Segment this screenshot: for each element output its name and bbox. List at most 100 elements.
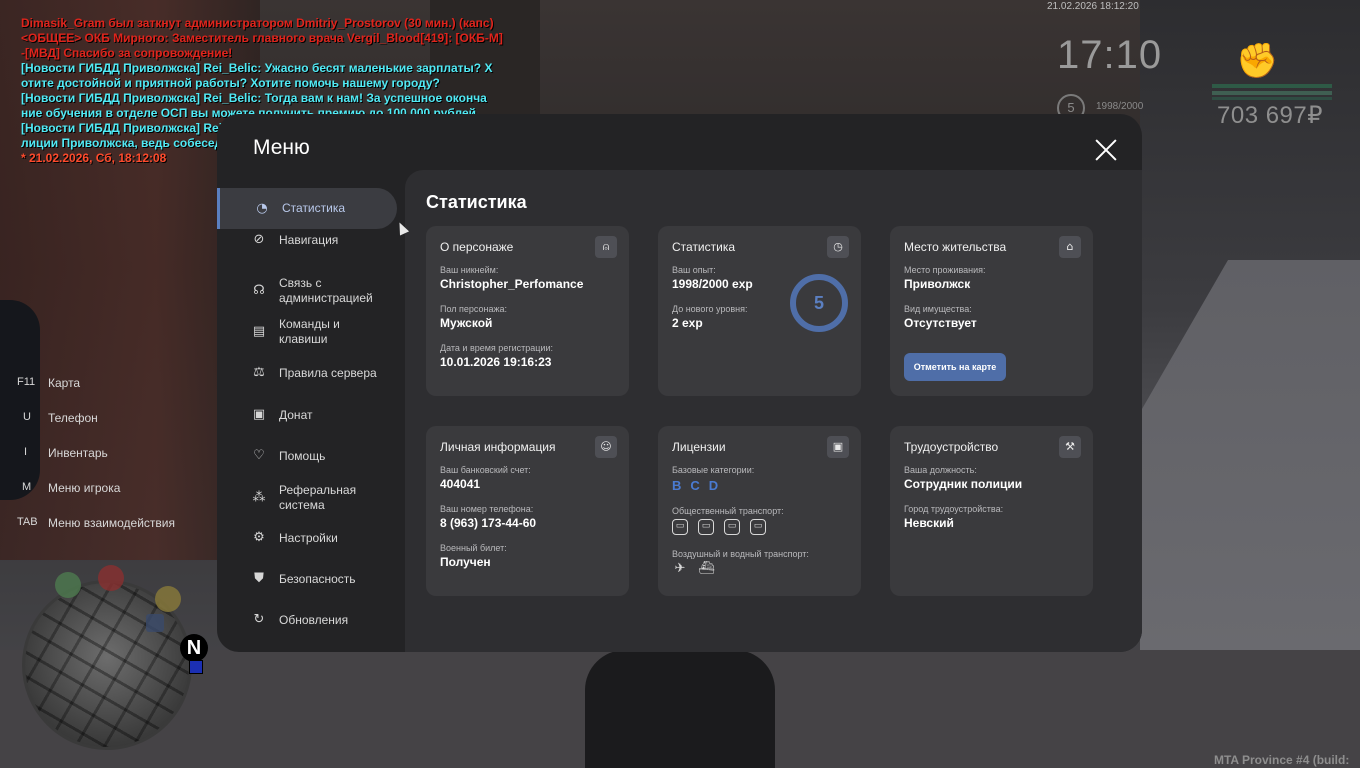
card-licenses: Лицензии ▣ Базовые категории: BCD Общест…	[658, 426, 861, 596]
nav-settings[interactable]: ⚙ Настройки	[217, 529, 397, 547]
nav-label: Безопасность	[279, 571, 356, 586]
hud-date: 21.02.2026 18:12:20	[1047, 1, 1139, 12]
nav-label: Донат	[279, 407, 313, 422]
gear-icon: ⚙	[253, 530, 265, 545]
nav-label: Настройки	[279, 530, 338, 545]
nav-label: Статистика	[282, 201, 346, 215]
field-label: Общественный транспорт:	[672, 506, 784, 516]
level-progress-ring: 5	[790, 274, 848, 332]
field-label: Воздушный и водный транспорт:	[672, 549, 809, 559]
license-category: C	[690, 478, 700, 493]
health-bar	[1212, 84, 1332, 88]
nav-security[interactable]: ⛊ Безопасность	[217, 570, 397, 588]
nav-label: Связь с администрацией	[279, 276, 373, 305]
home-icon: ⌂	[1059, 236, 1081, 258]
job-city-value: Невский	[904, 516, 954, 530]
tram-icon: ▭	[724, 519, 740, 535]
nav-label: Правила сервера	[279, 365, 377, 380]
field-label: Город трудоустройства:	[904, 504, 1004, 514]
minibus-icon: ▭	[750, 519, 766, 535]
document-icon: ▤	[252, 324, 266, 339]
chat-line: -[МВД] Спасибо за сопровождение!	[21, 46, 233, 60]
bank-account-value: 404041	[440, 477, 481, 491]
id-card-icon: ▣	[827, 436, 849, 458]
background-player-character	[585, 650, 775, 768]
nav-referral[interactable]: ⁂ Реферальная система	[217, 481, 397, 515]
card-residence: Место жительства ⌂ Место проживания: При…	[890, 226, 1093, 396]
card-title: Личная информация	[440, 440, 556, 454]
field-label: До нового уровня:	[672, 304, 748, 314]
hotkey-label: Телефон	[48, 411, 98, 425]
property-value: Отсутствует	[904, 316, 977, 330]
license-category: D	[708, 478, 719, 493]
network-icon: ⁂	[252, 490, 266, 505]
player-marker-icon	[189, 660, 203, 674]
card-character: О персонаже ⍝ Ваш никнейм: Christopher_P…	[426, 226, 629, 396]
nav-statistics[interactable]: ◔ Статистика	[217, 188, 397, 229]
field-label: Военный билет:	[440, 543, 507, 553]
nav-help[interactable]: ♡ Помощь	[217, 447, 397, 465]
minimap-square-icon	[146, 614, 164, 632]
chat-line: [Новости ГИБДД Приволжска] Rei_Belic: То…	[21, 91, 487, 105]
level-value: 5	[813, 293, 824, 313]
phone-value: 8 (963) 173-44-60	[440, 516, 537, 530]
public-transport-icons: ▭ ▭ ▭ ▭	[672, 519, 766, 535]
field-label: Место проживания:	[904, 265, 986, 275]
user-icon: ⍝	[595, 236, 617, 258]
air-water-transport-icons: ✈ ⛴	[672, 562, 715, 578]
fist-icon: ✊	[1236, 41, 1279, 81]
background-npc	[0, 300, 40, 500]
position-value: Сотрудник полиции	[904, 477, 1023, 491]
headset-icon: ☊	[253, 283, 265, 298]
nav-donate[interactable]: ▣ Донат	[217, 406, 397, 424]
nickname-value: Christopher_Perfomance	[440, 277, 584, 291]
chat-line: <ОБЩЕЕ> ОКБ Мирного: Заместитель главног…	[21, 31, 503, 45]
close-button[interactable]	[1094, 138, 1118, 162]
chat-line: отите достойной и приятной работы? Хотит…	[21, 76, 440, 90]
menu-modal: Меню ◔ Статистика ⊘ Навигация ☊ Связь с адм…	[217, 114, 1142, 652]
clock-icon: ◷	[827, 236, 849, 258]
nav-admin-contact[interactable]: ☊ Связь с администрацией	[217, 274, 397, 308]
exp-value: 1998/2000 exp	[672, 277, 753, 291]
field-label: Ваш номер телефона:	[440, 504, 534, 514]
nav-server-rules[interactable]: ⚖ Правила сервера	[217, 364, 397, 382]
hotkey-label: Карта	[48, 376, 81, 390]
minimap-car-icon	[55, 572, 81, 598]
field-label: Ваш банковский счет:	[440, 465, 531, 475]
nav-commands[interactable]: ▤ Команды и клавиши	[217, 315, 397, 349]
field-label: Ваш никнейм:	[440, 265, 499, 275]
card-title: Трудоустройство	[904, 440, 999, 454]
residence-value: Приволжск	[904, 277, 971, 291]
field-label: Пол персонажа:	[440, 304, 508, 314]
bus-icon: ▭	[672, 519, 688, 535]
hunger-bar	[1212, 97, 1332, 100]
refresh-icon: ↻	[253, 612, 265, 627]
build-label: MTA Province #4 (build: 1)	[1214, 753, 1350, 768]
nav-updates[interactable]: ↻ Обновления	[217, 611, 397, 629]
hotkey-key: U	[23, 411, 31, 423]
mark-on-map-button[interactable]: Отметить на карте	[904, 353, 1006, 381]
card-title: Место жительства	[904, 240, 1007, 254]
card-title: Статистика	[672, 240, 736, 254]
nav-label: Реферальная система	[279, 483, 357, 512]
nav-label: Навигация	[279, 232, 339, 247]
card-personal: Личная информация ☺ Ваш банковский счет:…	[426, 426, 629, 596]
minimap-game-icon	[155, 586, 181, 612]
sex-value: Мужской	[440, 316, 493, 330]
content-title: Статистика	[426, 192, 527, 212]
field-label: Базовые категории:	[672, 465, 755, 475]
content-panel: Статистика О персонаже ⍝ Ваш никнейм: Ch…	[405, 170, 1142, 652]
menu-title: Меню	[253, 136, 310, 159]
field-label: Вид имущества:	[904, 304, 972, 314]
hotkey-key: TAB	[17, 516, 38, 528]
north-indicator: N	[180, 634, 208, 662]
hud-exp: 1998/2000	[1096, 101, 1144, 112]
hotkey-label: Инвентарь	[48, 446, 108, 460]
card-job: Трудоустройство ⚒ Ваша должность: Сотруд…	[890, 426, 1093, 596]
face-icon: ☺	[595, 436, 617, 458]
nav-label: Команды и клавиши	[279, 317, 340, 346]
card-title: О персонаже	[440, 240, 514, 254]
license-categories: BCD	[672, 478, 727, 493]
hotkey-label: Меню взаимодействия	[48, 516, 175, 530]
card-statistics: Статистика ◷ Ваш опыт: 1998/2000 exp До …	[658, 226, 861, 396]
